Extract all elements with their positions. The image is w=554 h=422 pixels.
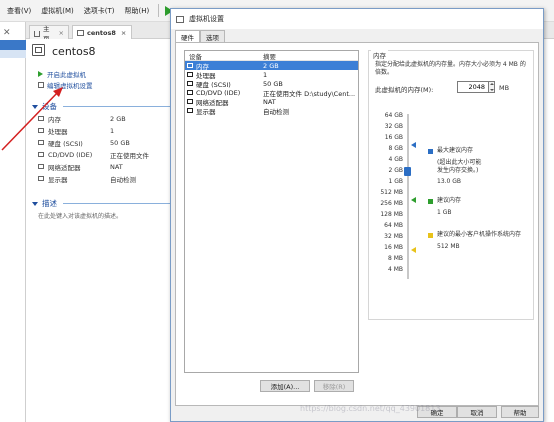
scale-label: 128 MB [380,211,403,218]
memory-size-input[interactable] [457,81,489,93]
guest-min-marker [411,247,416,253]
device-summary: 2 GB [263,61,279,70]
device-list-header: 设备 摘要 [185,51,358,61]
memory-description: 指定分配给此虚拟机的内存量。内存大小必须为 4 MB 的倍数。 [375,61,526,76]
device-name: 显示器 [196,107,216,116]
scale-label: 256 MB [380,200,403,207]
legend-recommended-swatch [428,199,433,204]
tab-hardware[interactable]: 硬件 [175,30,200,42]
legend-recommended-value: 1 GB [437,209,452,216]
cdrom-icon [187,90,193,95]
max-recommended-marker [411,142,416,148]
scale-label: 8 MB [387,255,403,262]
display-icon [187,108,193,113]
legend-max-note-1: (超出此大小可能 [437,159,482,166]
scale-label: 512 MB [380,189,403,196]
dialog-title: 虚拟机设置 [189,15,224,23]
memory-group-title: 内存 [371,50,388,60]
scale-label: 1 GB [388,178,404,185]
scale-label: 16 GB [384,134,403,141]
memory-unit-label: MB [499,84,510,92]
memory-slider-handle[interactable] [404,167,411,176]
device-summary: 1 [263,70,268,79]
device-name: 硬盘 (SCSI) [196,80,231,89]
legend-guest-min-title: 建议的最小客户机操作系统内存 [437,231,522,238]
watermark: https://blog.csdn.net/qq_43901813 [300,404,441,413]
memory-slider-track[interactable] [407,114,409,279]
tab-options[interactable]: 选项 [200,30,225,42]
legend-guest-min-value: 512 MB [437,243,460,250]
remove-device-button[interactable]: 移除(R) [314,380,354,392]
vm-settings-icon [176,15,184,23]
memory-groupbox: 内存 指定分配给此虚拟机的内存量。内存大小必须为 4 MB 的倍数。 此虚拟机的… [368,50,534,320]
add-device-button[interactable]: 添加(A)... [260,380,310,392]
vm-settings-dialog: 虚拟机设置 硬件 选项 设备 摘要 内存 2 GB 处理器 1 硬盘 (SCSI… [170,8,544,422]
scale-label: 4 GB [388,156,404,163]
scale-label: 32 MB [384,233,403,240]
memory-size-spinner[interactable] [489,81,495,93]
device-summary: 正在使用文件 D:\study\Cent... [263,89,356,98]
scale-label: 16 MB [384,244,403,251]
scale-label: 32 GB [384,123,403,130]
network-icon [187,99,193,104]
legend-guest-min-swatch [428,233,433,238]
dialog-tabs: 硬件 选项 [175,30,225,42]
scale-label: 64 MB [384,222,403,229]
scale-label: 4 MB [387,266,403,273]
device-list-row[interactable]: 显示器 自动检测 [185,106,358,116]
device-summary: NAT [263,97,276,106]
scale-label: 64 GB [384,112,403,119]
memory-icon [187,63,193,68]
cpu-icon [187,72,193,77]
dialog-body: 设备 摘要 内存 2 GB 处理器 1 硬盘 (SCSI) 50 GB CD/D… [175,42,539,406]
device-name: CD/DVD (IDE) [196,88,241,97]
help-button[interactable]: 帮助 [501,406,539,418]
dialog-titlebar[interactable]: 虚拟机设置 [171,9,543,29]
memory-size-label: 此虚拟机的内存(M): [375,86,434,94]
device-list: 设备 摘要 内存 2 GB 处理器 1 硬盘 (SCSI) 50 GB CD/D… [184,50,359,373]
legend-max-swatch [428,149,433,154]
column-header-summary[interactable]: 摘要 [263,51,276,61]
recommended-marker [411,197,416,203]
legend-max-note-2: 发生内存交换。) [437,167,479,174]
column-header-device[interactable]: 设备 [185,51,263,61]
device-summary: 50 GB [263,79,283,88]
scale-label: 2 GB [388,167,404,174]
legend-recommended-title: 建议内存 [437,197,462,204]
legend-max-value: 13.0 GB [437,178,462,185]
device-summary: 自动检测 [263,107,289,116]
cancel-button[interactable]: 取消 [457,406,497,418]
legend-max-title: 最大建议内存 [437,147,474,154]
scale-label: 8 GB [388,145,404,152]
disk-icon [187,81,193,86]
